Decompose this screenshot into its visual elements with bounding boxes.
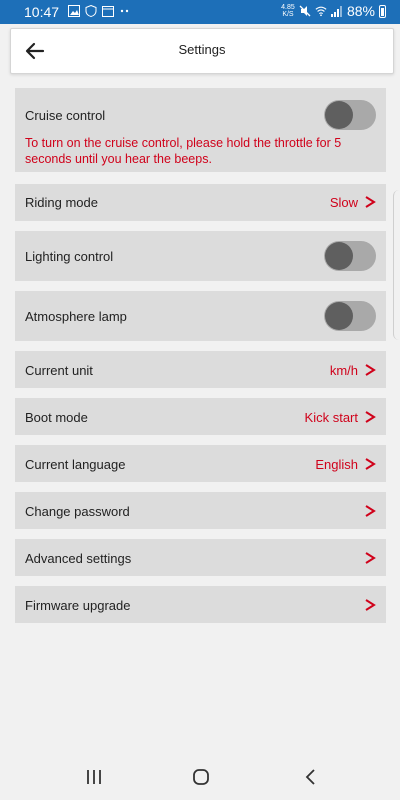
riding-mode-row[interactable]: Riding mode Slow [15,184,386,221]
boot-mode-label: Boot mode [25,410,88,425]
lighting-control-toggle[interactable] [324,241,376,271]
riding-mode-value: Slow [329,195,358,210]
cruise-control-label: Cruise control [25,108,106,123]
lighting-control-label: Lighting control [25,249,114,264]
chevron-right-icon [365,411,376,423]
toggle-knob [325,302,353,330]
net-speed-unit: K/S [282,11,294,18]
change-password-label: Change password [25,504,130,519]
chevron-right-icon [365,364,376,376]
firmware-upgrade-label: Firmware upgrade [25,598,131,613]
chevron-right-icon [365,599,376,611]
net-speed: 4.85 K/S [281,4,295,18]
advanced-settings-row[interactable]: Advanced settings [15,539,386,576]
atmosphere-lamp-label: Atmosphere lamp [25,309,127,324]
current-unit-label: Current unit [25,363,93,378]
boot-mode-value: Kick start [304,410,358,425]
toggle-knob [325,101,353,129]
current-language-label: Current language [25,457,126,472]
atmosphere-lamp-toggle[interactable] [324,301,376,331]
system-nav-bar [0,754,400,800]
net-speed-value: 4.85 [281,4,295,11]
home-icon[interactable] [190,766,212,788]
back-icon[interactable] [300,766,322,788]
current-language-row[interactable]: Current language English [15,445,386,482]
change-password-row[interactable]: Change password [15,492,386,529]
toggle-knob [325,242,353,270]
riding-mode-label: Riding mode [25,195,98,210]
notification-icons [68,5,131,17]
advanced-settings-label: Advanced settings [25,551,132,566]
firmware-upgrade-row[interactable]: Firmware upgrade [15,586,386,623]
app-header: Settings [10,28,394,74]
more-dots-icon [120,9,129,13]
page-title: Settings [178,42,226,57]
lighting-control-row: Lighting control [15,231,386,281]
boot-mode-row[interactable]: Boot mode Kick start [15,398,386,435]
chevron-right-icon [365,552,376,564]
cruise-control-row: Cruise control To turn on the cruise con… [15,88,386,172]
chevron-right-icon [365,196,376,208]
chevron-right-icon [365,458,376,470]
atmosphere-lamp-row: Atmosphere lamp [15,291,386,341]
scroll-indicator [393,190,400,340]
current-unit-row[interactable]: Current unit km/h [15,351,386,388]
recent-apps-icon[interactable] [83,766,105,788]
current-unit-value: km/h [329,363,358,378]
system-icons: 4.85 K/S 88% [281,3,386,19]
shield-sync-icon [85,5,97,17]
wifi-icon [315,6,327,17]
status-bar: 10:47 4.85 K/S 88% [0,0,400,24]
image-icon [68,5,80,17]
signal-icon [330,6,342,17]
chevron-right-icon [365,505,376,517]
cruise-control-toggle[interactable] [324,100,376,130]
battery-icon [379,4,386,18]
battery-percent: 88% [346,3,375,19]
calendar-icon [102,6,114,17]
status-time: 10:47 [24,4,60,20]
current-language-value: English [315,457,358,472]
cruise-control-note: To turn on the cruise control, please ho… [25,136,342,166]
mute-icon [299,5,311,17]
